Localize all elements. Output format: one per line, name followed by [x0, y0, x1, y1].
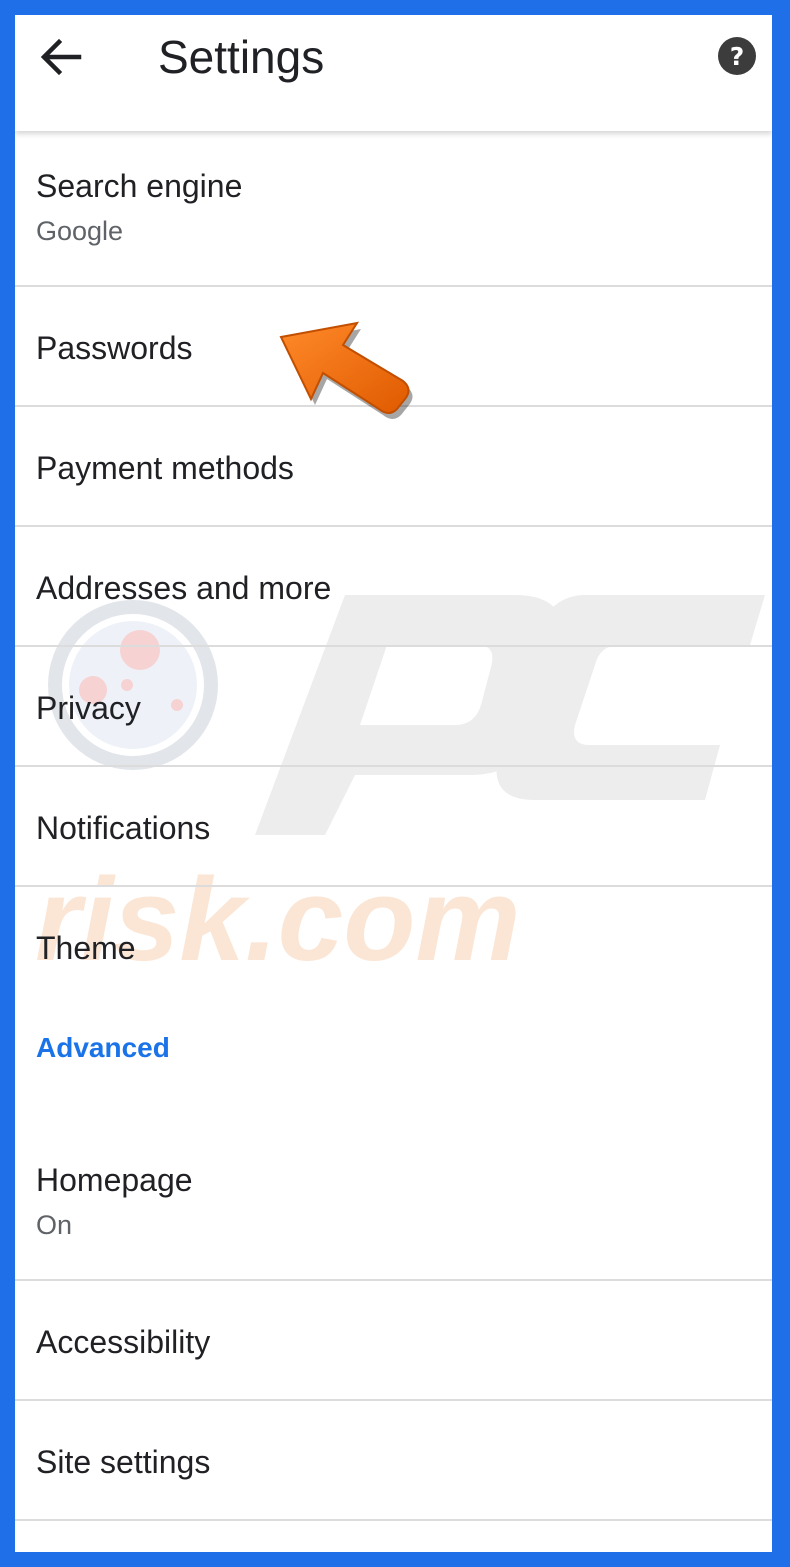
settings-screen: risk.com Settings ? Search engine Google… [15, 15, 772, 1552]
setting-label: Privacy [36, 690, 141, 726]
setting-label: Addresses and more [36, 570, 332, 606]
help-icon[interactable]: ? [718, 37, 756, 75]
setting-label: Payment methods [36, 450, 294, 486]
setting-notifications[interactable]: Notifications [15, 767, 772, 887]
setting-homepage[interactable]: Homepage On [15, 1125, 772, 1281]
setting-label: Accessibility [36, 1324, 211, 1360]
arrow-back-icon [40, 38, 82, 76]
setting-label: Theme [36, 930, 136, 966]
setting-value: Google [36, 216, 124, 246]
setting-accessibility[interactable]: Accessibility [15, 1281, 772, 1401]
section-header-advanced: Advanced [36, 1032, 170, 1063]
setting-label: Search engine [36, 168, 243, 204]
setting-search-engine[interactable]: Search engine Google [15, 131, 772, 287]
setting-label: Homepage [36, 1162, 193, 1198]
app-bar: Settings ? [15, 15, 772, 131]
setting-label: Notifications [36, 810, 211, 846]
setting-addresses[interactable]: Addresses and more [15, 527, 772, 647]
setting-label: Site settings [36, 1444, 211, 1480]
setting-site-settings[interactable]: Site settings [15, 1401, 772, 1521]
settings-content: Settings ? Search engine Google Password… [15, 15, 772, 1552]
page-title: Settings [158, 31, 325, 83]
back-button[interactable] [35, 33, 91, 81]
setting-theme[interactable]: Theme [15, 887, 772, 1007]
setting-privacy[interactable]: Privacy [15, 647, 772, 767]
setting-label: Passwords [36, 330, 193, 366]
annotation-arrow-icon [279, 321, 413, 419]
setting-value: On [36, 1210, 73, 1240]
